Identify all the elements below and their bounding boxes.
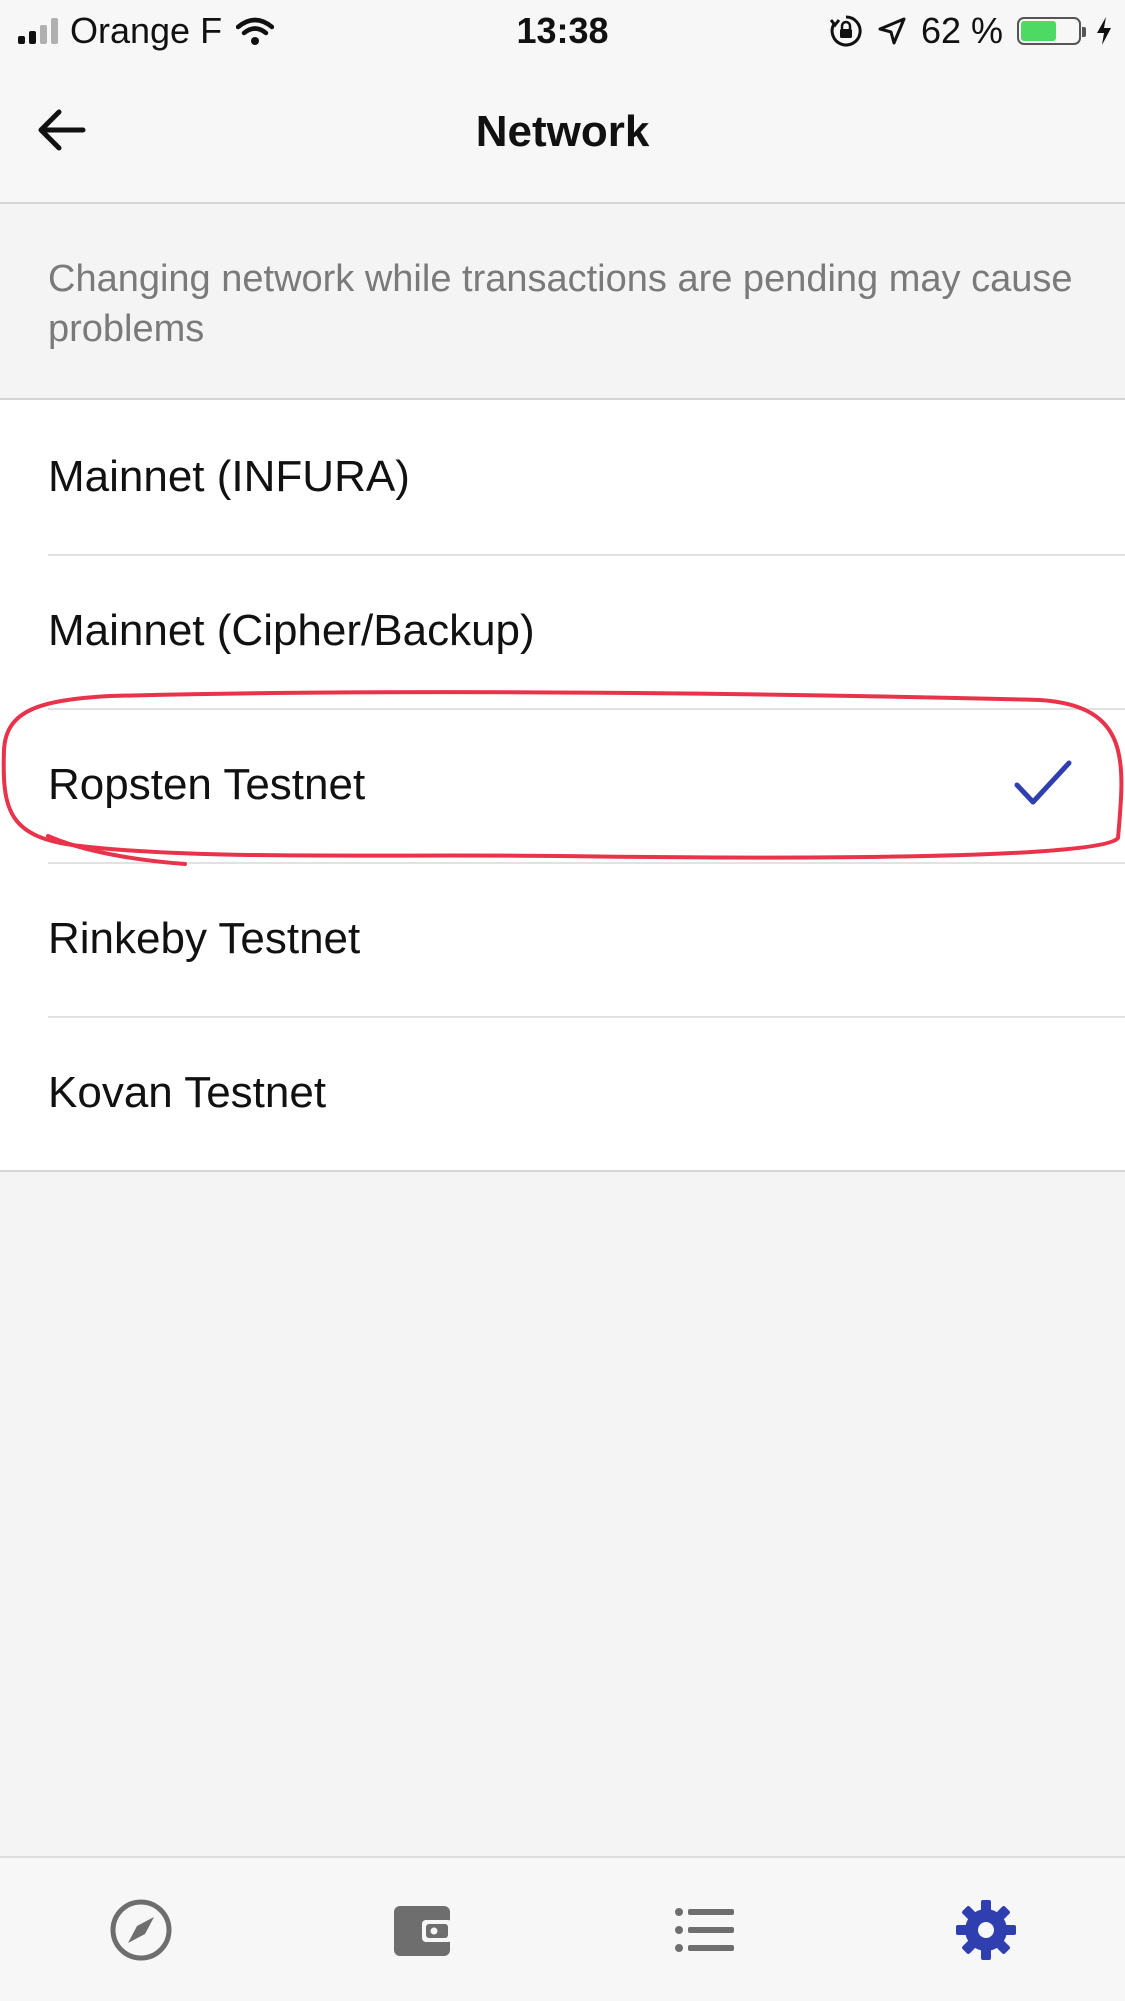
back-button[interactable] bbox=[30, 98, 94, 162]
battery-icon bbox=[1017, 17, 1086, 45]
battery-percentage: 62 % bbox=[920, 10, 1003, 51]
tab-wallet[interactable] bbox=[353, 1858, 493, 2001]
status-right: 62 % bbox=[829, 8, 1113, 54]
tab-history[interactable] bbox=[634, 1858, 774, 2001]
network-label: Mainnet (Cipher/Backup) bbox=[48, 606, 535, 655]
battery-level bbox=[1021, 21, 1056, 41]
warning-text: Changing network while transactions are … bbox=[48, 258, 1073, 350]
wallet-icon bbox=[394, 1905, 452, 1956]
network-label: Rinkeby Testnet bbox=[48, 914, 361, 963]
network-item-mainnet-infura[interactable]: Mainnet (INFURA) bbox=[0, 400, 1125, 554]
network-label: Kovan Testnet bbox=[48, 1068, 327, 1117]
tab-settings[interactable] bbox=[916, 1858, 1056, 2001]
network-item-ropsten-testnet[interactable]: Ropsten Testnet bbox=[0, 708, 1125, 862]
list-icon bbox=[675, 1907, 734, 1952]
network-list: Mainnet (INFURA) Mainnet (Cipher/Backup)… bbox=[0, 400, 1125, 1172]
checkmark-icon bbox=[1014, 760, 1072, 805]
nav-bar: Network bbox=[0, 62, 1125, 204]
status-bar: Orange F 13:38 62 % bbox=[0, 0, 1125, 62]
charging-icon bbox=[1097, 17, 1111, 45]
compass-icon bbox=[110, 1899, 172, 1960]
page-title: Network bbox=[475, 107, 650, 156]
warning-section: Changing network while transactions are … bbox=[0, 204, 1125, 400]
location-icon bbox=[878, 17, 906, 45]
network-item-kovan-testnet[interactable]: Kovan Testnet bbox=[0, 1016, 1125, 1170]
tab-bar bbox=[0, 1856, 1125, 2001]
network-item-rinkeby-testnet[interactable]: Rinkeby Testnet bbox=[0, 862, 1125, 1016]
network-label: Ropsten Testnet bbox=[48, 760, 366, 809]
gear-icon bbox=[956, 1899, 1016, 1960]
network-item-mainnet-cipher-backup[interactable]: Mainnet (Cipher/Backup) bbox=[0, 554, 1125, 708]
tab-browser[interactable] bbox=[71, 1858, 211, 2001]
orientation-lock-icon bbox=[829, 15, 862, 47]
arrow-left-icon bbox=[38, 109, 86, 151]
network-label: Mainnet (INFURA) bbox=[48, 452, 410, 501]
